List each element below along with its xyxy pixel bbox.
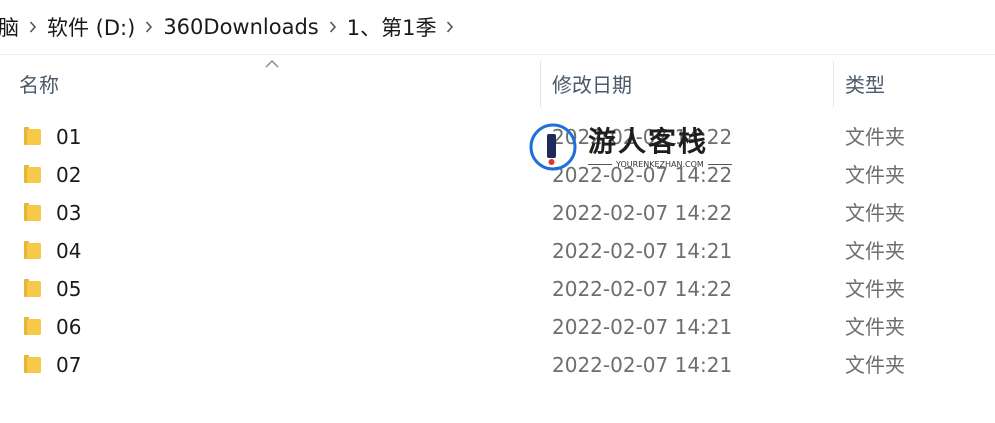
file-name: 04 [56,239,82,263]
breadcrumb-item-this-pc[interactable]: 脑 [0,12,19,42]
file-date-modified: 2022-02-07 14:21 [552,353,733,377]
file-type: 文件夹 [845,163,905,187]
file-list: 01 2022-02-07 14:22 文件夹 02 2022-02-07 14… [0,118,995,384]
chevron-right-icon[interactable] [19,19,47,35]
file-type: 文件夹 [845,239,905,263]
column-header-date-modified[interactable]: 修改日期 [552,55,632,111]
file-name: 01 [56,125,82,149]
file-name: 03 [56,201,82,225]
file-row[interactable]: 01 2022-02-07 14:22 文件夹 [0,118,995,156]
file-name: 05 [56,277,82,301]
file-type: 文件夹 [845,201,905,225]
column-divider[interactable] [833,61,834,107]
file-name: 07 [56,353,82,377]
folder-icon [24,279,41,297]
breadcrumb: 脑 软件 (D:) 360Downloads 1、第1季 [0,0,995,55]
folder-icon [24,241,41,259]
folder-icon [24,355,41,373]
file-name: 02 [56,163,82,187]
file-row[interactable]: 07 2022-02-07 14:21 文件夹 [0,346,995,384]
chevron-right-icon[interactable] [135,19,163,35]
chevron-right-icon[interactable] [319,19,347,35]
column-header-name[interactable]: 名称 [19,55,59,111]
file-row[interactable]: 05 2022-02-07 14:22 文件夹 [0,270,995,308]
file-row[interactable]: 02 2022-02-07 14:22 文件夹 [0,156,995,194]
breadcrumb-item-season-1[interactable]: 1、第1季 [347,12,437,42]
file-date-modified: 2022-02-07 14:21 [552,315,733,339]
file-date-modified: 2022-02-07 14:22 [552,201,733,225]
column-header-row: 名称 修改日期 类型 [0,55,995,111]
column-header-type[interactable]: 类型 [845,55,885,111]
file-name: 06 [56,315,82,339]
file-type: 文件夹 [845,125,905,149]
folder-icon [24,127,41,145]
folder-icon [24,203,41,221]
breadcrumb-item-360downloads[interactable]: 360Downloads [163,15,318,39]
breadcrumb-item-drive-d[interactable]: 软件 (D:) [47,12,135,42]
file-type: 文件夹 [845,315,905,339]
folder-icon [24,317,41,335]
file-type: 文件夹 [845,353,905,377]
folder-icon [24,165,41,183]
file-row[interactable]: 04 2022-02-07 14:21 文件夹 [0,232,995,270]
file-row[interactable]: 06 2022-02-07 14:21 文件夹 [0,308,995,346]
column-divider[interactable] [540,61,541,107]
file-date-modified: 2022-02-07 14:22 [552,277,733,301]
file-date-modified: 2022-02-07 14:22 [552,163,733,187]
chevron-right-icon[interactable] [436,19,464,35]
file-date-modified: 2022-02-07 14:22 [552,125,733,149]
file-date-modified: 2022-02-07 14:21 [552,239,733,263]
file-row[interactable]: 03 2022-02-07 14:22 文件夹 [0,194,995,232]
sort-ascending-icon [265,60,279,68]
file-type: 文件夹 [845,277,905,301]
